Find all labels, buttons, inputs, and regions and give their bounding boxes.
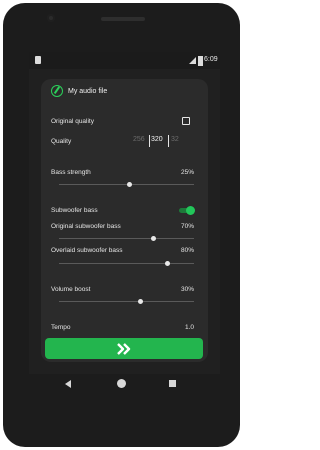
volume-boost-slider[interactable]: [59, 297, 194, 307]
double-chevron-right-icon: [117, 342, 131, 355]
slider-track: [59, 238, 194, 239]
process-button[interactable]: [45, 338, 203, 359]
original-subwoofer-bass-value: 70%: [180, 223, 194, 230]
bass-strength-slider[interactable]: [59, 180, 194, 190]
subwoofer-bass-label: Subwoofer bass: [51, 207, 98, 214]
subwoofer-bass-toggle[interactable]: [179, 206, 195, 215]
signal-icon: [189, 57, 196, 64]
status-time: 6:09: [204, 56, 218, 63]
slider-thumb[interactable]: [126, 182, 132, 187]
picker-divider: [149, 135, 150, 147]
home-circle-icon[interactable]: [117, 379, 126, 388]
back-triangle-icon[interactable]: [65, 380, 71, 388]
app-screen: 6:09 My audio file Original quality Qual…: [29, 52, 220, 374]
audio-file-icon: [51, 85, 63, 97]
quality-label: Quality: [51, 138, 72, 145]
overlaid-subwoofer-bass-label: Overlaid subwoofer bass: [51, 247, 123, 254]
slider-track: [59, 263, 194, 264]
slider-thumb[interactable]: [164, 261, 170, 266]
quality-option-32[interactable]: 32: [171, 136, 179, 143]
select-file-button[interactable]: My audio file: [51, 85, 107, 97]
overlaid-subwoofer-bass-value: 80%: [180, 247, 194, 254]
toggle-thumb: [186, 206, 195, 215]
quality-option-256[interactable]: 256: [133, 136, 145, 143]
picker-divider: [168, 135, 169, 147]
bass-strength-value: 25%: [180, 169, 194, 176]
file-label: My audio file: [68, 87, 108, 95]
quality-option-320[interactable]: 320: [151, 136, 163, 143]
front-camera: [47, 14, 55, 22]
overlaid-subwoofer-bass-slider[interactable]: [59, 259, 194, 269]
earpiece-speaker: [101, 17, 145, 21]
battery-icon: [198, 56, 203, 66]
tempo-label: Tempo: [51, 324, 71, 331]
slider-thumb[interactable]: [151, 236, 156, 241]
volume-boost-value: 30%: [180, 286, 194, 293]
navigation-bar: [3, 374, 240, 394]
status-bar: 6:09: [29, 52, 220, 69]
original-quality-label: Original quality: [51, 118, 94, 125]
original-subwoofer-bass-slider[interactable]: [59, 234, 194, 244]
volume-boost-label: Volume boost: [51, 286, 91, 293]
sd-card-icon: [35, 56, 41, 64]
recents-square-icon[interactable]: [169, 380, 176, 387]
phone-frame: 6:09 My audio file Original quality Qual…: [3, 3, 240, 447]
slider-thumb[interactable]: [137, 299, 143, 304]
tempo-value: 1.0: [184, 324, 194, 331]
slider-track: [59, 301, 194, 302]
original-quality-checkbox[interactable]: [182, 117, 190, 125]
original-subwoofer-bass-label: Original subwoofer bass: [51, 223, 121, 230]
bass-strength-label: Bass strength: [51, 169, 91, 176]
